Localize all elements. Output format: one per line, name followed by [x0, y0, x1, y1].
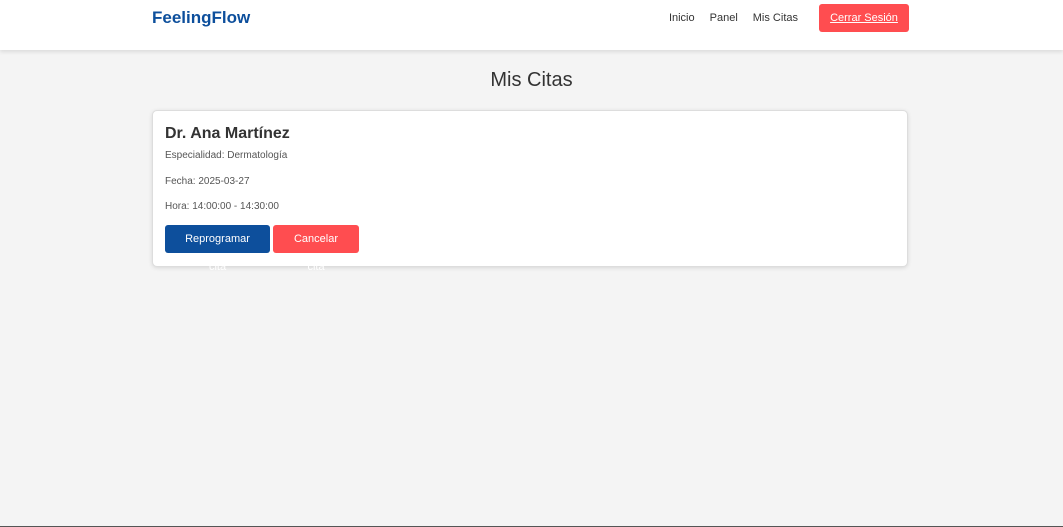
- appointment-card: Dr. Ana Martínez Especialidad: Dermatolo…: [152, 110, 908, 273]
- navbar: FeelingFlow Inicio Panel Mis Citas Cerra…: [0, 0, 1063, 50]
- nav-link-panel[interactable]: Panel: [710, 4, 738, 32]
- brand-logo[interactable]: FeelingFlow: [152, 8, 250, 28]
- nav-link-mis-citas[interactable]: Mis Citas: [753, 4, 798, 32]
- appointment-date: Fecha: 2025-03-27: [165, 176, 250, 187]
- nav-link-inicio[interactable]: Inicio: [669, 4, 695, 32]
- appointment-time: Hora: 14:00:00 - 14:30:00: [165, 201, 279, 212]
- cancel-appointment-button[interactable]: Cancelar cita: [273, 225, 359, 273]
- nav-links: Inicio Panel Mis Citas Cerrar Sesión: [669, 4, 909, 32]
- appointment-actions: Reprogramar cita Cancelar cita: [165, 225, 359, 273]
- doctor-name: Dr. Ana Martínez: [165, 125, 290, 142]
- reschedule-button[interactable]: Reprogramar cita: [165, 225, 270, 273]
- page-title: Mis Citas: [490, 69, 573, 91]
- page: FeelingFlow Inicio Panel Mis Citas Cerra…: [0, 0, 1063, 527]
- appointment-specialty: Especialidad: Dermatología: [165, 150, 288, 161]
- logout-button[interactable]: Cerrar Sesión: [819, 4, 909, 32]
